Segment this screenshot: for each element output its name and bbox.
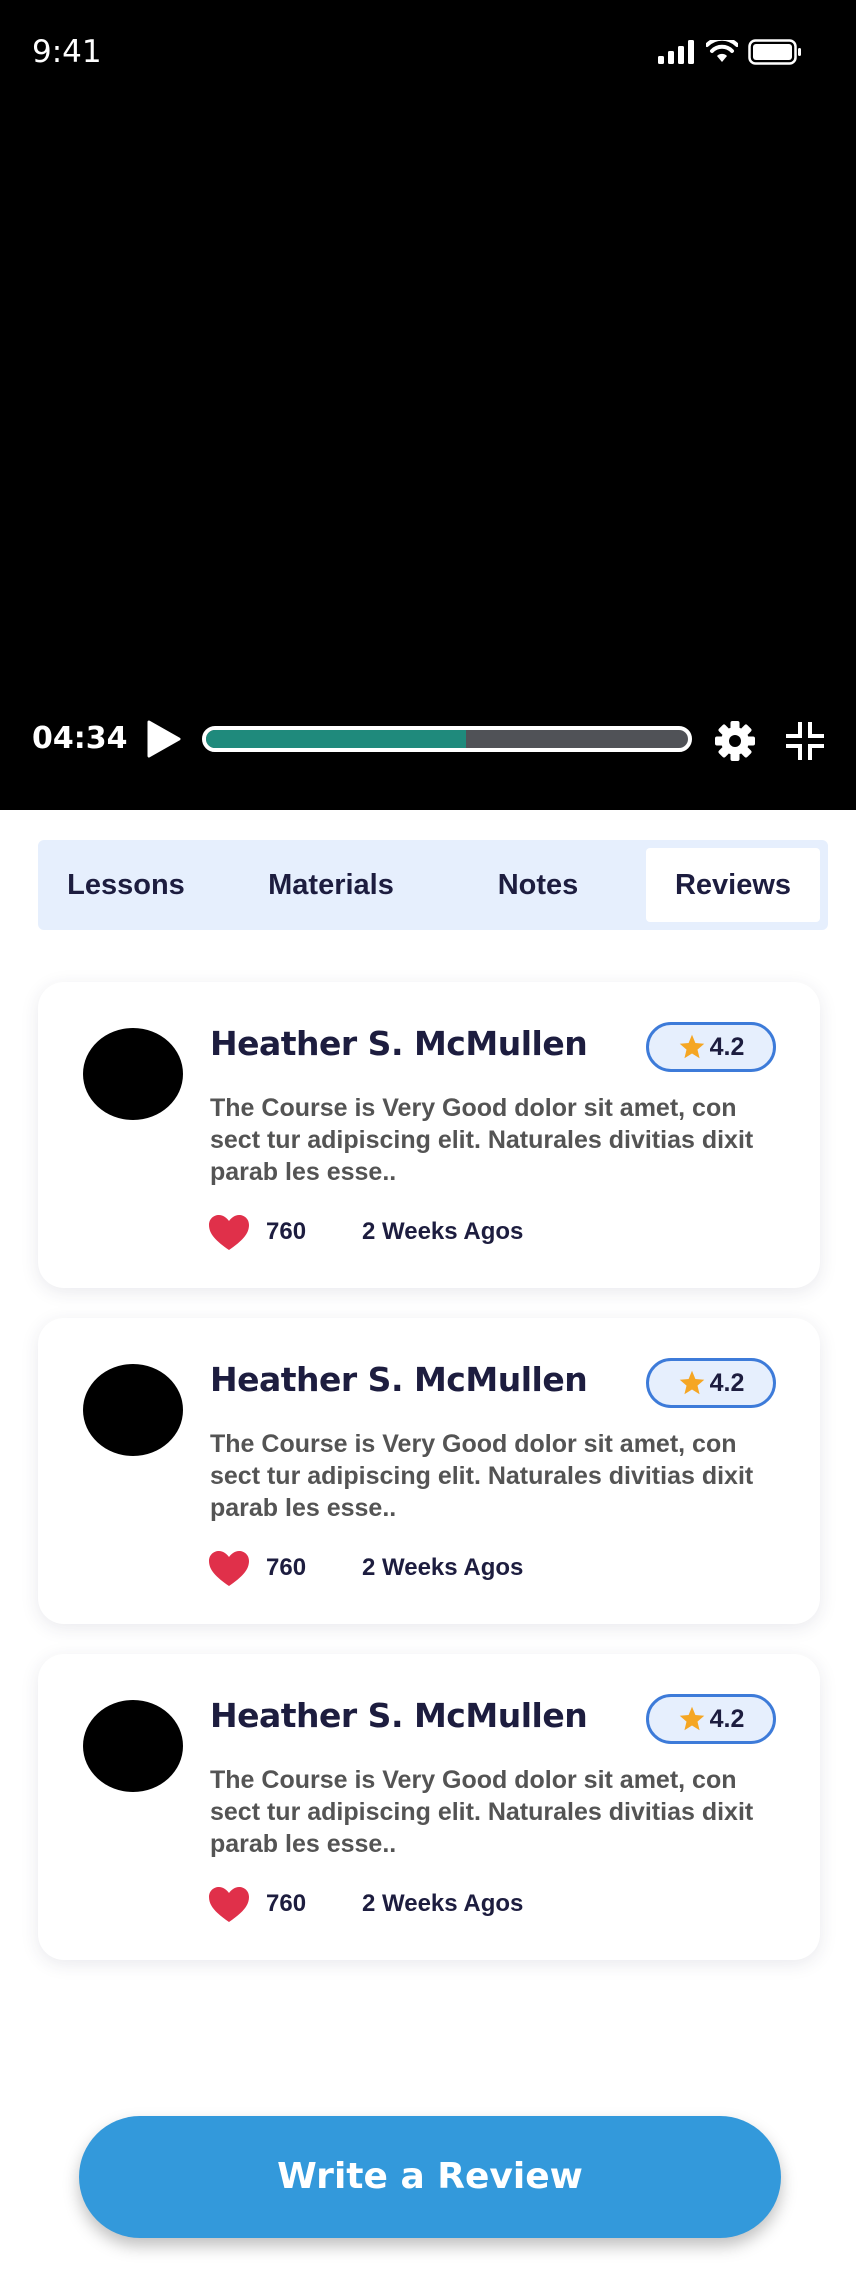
play-icon[interactable] bbox=[146, 720, 182, 758]
rating-badge: 4.2 bbox=[646, 1694, 776, 1744]
review-time: 2 Weeks Agos bbox=[362, 1890, 524, 1917]
star-icon bbox=[679, 1370, 704, 1395]
gear-icon[interactable] bbox=[714, 720, 756, 762]
heart-icon[interactable] bbox=[208, 1550, 250, 1588]
like-count: 760 bbox=[266, 1890, 307, 1917]
player-controls: 04:34 bbox=[0, 712, 856, 768]
avatar bbox=[83, 1700, 183, 1792]
status-icons bbox=[658, 38, 802, 66]
review-card: Heather S. McMullen 4.2 The Course is Ve… bbox=[38, 1654, 820, 1960]
tab-lessons[interactable]: Lessons bbox=[46, 848, 206, 922]
reviewer-name: Heather S. McMullen bbox=[210, 1024, 588, 1063]
battery-icon bbox=[748, 39, 801, 65]
star-icon bbox=[679, 1034, 704, 1059]
rating-value: 4.2 bbox=[709, 1704, 745, 1733]
tab-bar: Lessons Materials Notes Reviews bbox=[38, 840, 828, 930]
tab-notes[interactable]: Notes bbox=[458, 848, 618, 922]
rating-badge: 4.2 bbox=[646, 1358, 776, 1408]
rating-value: 4.2 bbox=[709, 1032, 745, 1061]
signal-icon bbox=[658, 40, 694, 64]
heart-icon[interactable] bbox=[208, 1214, 250, 1252]
wifi-icon bbox=[706, 40, 738, 62]
write-review-button[interactable]: Write a Review bbox=[79, 2116, 781, 2238]
rating-badge: 4.2 bbox=[646, 1022, 776, 1072]
review-card: Heather S. McMullen 4.2 The Course is Ve… bbox=[38, 982, 820, 1288]
avatar bbox=[83, 1364, 183, 1456]
like-count: 760 bbox=[266, 1218, 307, 1245]
review-text: The Course is Very Good dolor sit amet, … bbox=[210, 1766, 754, 1858]
reviewer-name: Heather S. McMullen bbox=[210, 1360, 588, 1399]
review-text: The Course is Very Good dolor sit amet, … bbox=[210, 1430, 754, 1522]
collapse-icon[interactable] bbox=[784, 720, 826, 762]
rating-value: 4.2 bbox=[709, 1368, 745, 1397]
star-icon bbox=[679, 1706, 704, 1731]
heart-icon[interactable] bbox=[208, 1886, 250, 1924]
review-text: The Course is Very Good dolor sit amet, … bbox=[210, 1094, 754, 1186]
elapsed-time: 04:34 bbox=[32, 721, 128, 756]
progress-bar[interactable] bbox=[202, 726, 692, 752]
status-time: 9:41 bbox=[32, 34, 102, 70]
video-player[interactable]: 9:41 04:34 bbox=[0, 0, 856, 810]
tab-materials[interactable]: Materials bbox=[236, 848, 426, 922]
avatar bbox=[83, 1028, 183, 1120]
tab-reviews[interactable]: Reviews bbox=[646, 848, 820, 922]
review-time: 2 Weeks Agos bbox=[362, 1554, 524, 1581]
reviewer-name: Heather S. McMullen bbox=[210, 1696, 588, 1735]
progress-fill bbox=[206, 730, 467, 748]
review-card: Heather S. McMullen 4.2 The Course is Ve… bbox=[38, 1318, 820, 1624]
review-time: 2 Weeks Agos bbox=[362, 1218, 524, 1245]
like-count: 760 bbox=[266, 1554, 307, 1581]
